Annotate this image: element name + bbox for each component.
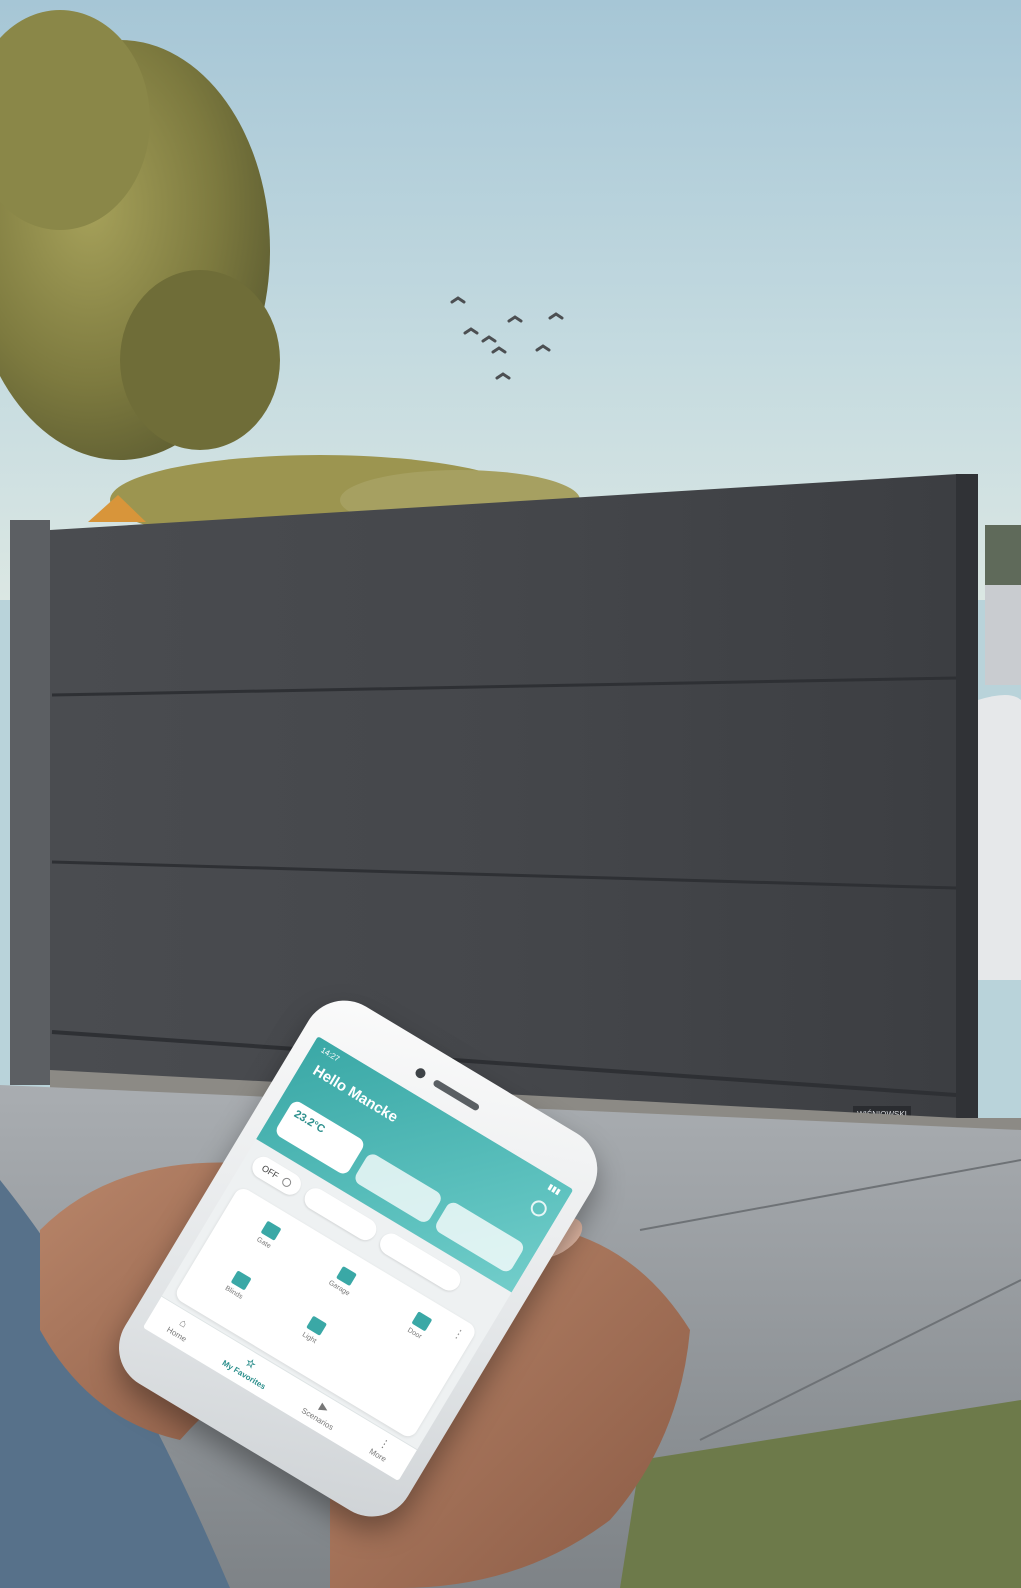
device-tile[interactable]: Door <box>379 1296 453 1365</box>
garage-icon <box>335 1265 357 1287</box>
door-icon <box>411 1311 433 1332</box>
settings-icon[interactable] <box>527 1197 550 1220</box>
gate-icon <box>260 1220 282 1241</box>
device-tile[interactable]: Light <box>274 1301 348 1370</box>
tab-home[interactable]: ⌂ Home <box>165 1314 195 1344</box>
sliding-gate: WIŚNIOWSKI <box>50 474 978 1136</box>
weather-card[interactable]: 23.2°C <box>273 1098 367 1177</box>
light-icon <box>306 1315 328 1336</box>
weather-temperature: 23.2°C <box>291 1108 327 1136</box>
tab-more[interactable]: ⋮ More <box>368 1436 395 1464</box>
blinds-icon <box>230 1270 252 1291</box>
home-icon: ⌂ <box>177 1316 189 1331</box>
bulb-icon <box>280 1175 294 1189</box>
car <box>978 695 1021 980</box>
header-card[interactable] <box>433 1199 527 1275</box>
signal-icon: ▮▮▮ <box>546 1181 563 1197</box>
off-label: OFF <box>259 1162 281 1181</box>
device-tile[interactable]: Blinds <box>198 1256 272 1325</box>
header-card[interactable] <box>352 1151 444 1225</box>
device-tile[interactable]: Garage <box>304 1251 378 1320</box>
tab-label: Home <box>165 1325 189 1344</box>
gate-pillar <box>10 520 50 1085</box>
device-tile[interactable]: Gate <box>228 1206 302 1275</box>
play-icon: ▶ <box>317 1400 331 1416</box>
